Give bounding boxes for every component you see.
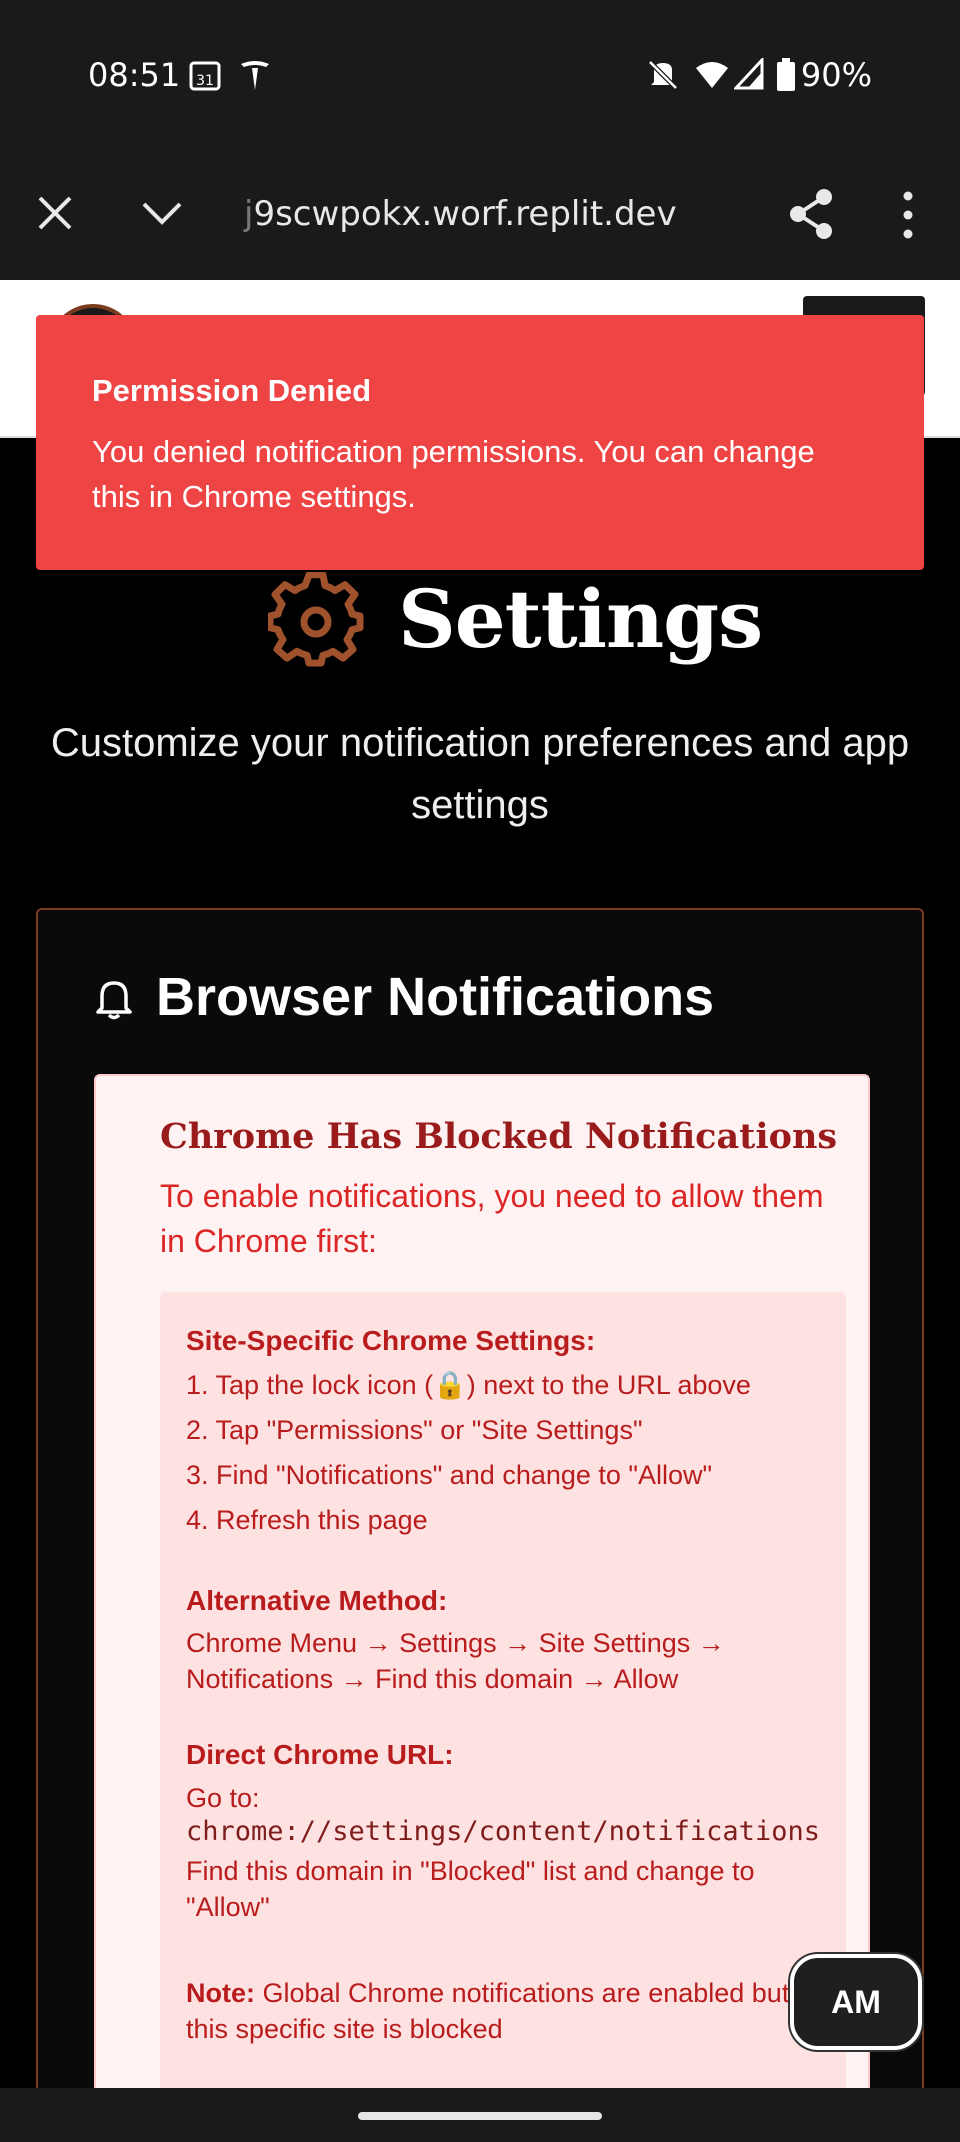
calendar-icon: 31: [189, 61, 221, 91]
alternative-text: Chrome Menu → Settings → Site Settings →…: [186, 1628, 725, 1694]
step-1-after: ) next to the URL above: [466, 1370, 751, 1400]
card-title: Browser Notifications: [156, 967, 715, 1027]
system-nav-bar: [0, 2088, 960, 2142]
page-title: Settings: [398, 572, 763, 666]
status-time: 08:51: [88, 56, 181, 94]
close-icon[interactable]: [34, 192, 76, 234]
step-1-before: 1. Tap the lock icon (: [186, 1370, 434, 1400]
toast-title: Permission Denied: [92, 373, 372, 408]
battery-icon: [777, 58, 795, 91]
blocked-notice: Chrome Has Blocked Notifications To enab…: [94, 1074, 870, 2142]
chevron-down-icon[interactable]: [138, 194, 186, 234]
direct-go-to: Go to:: [186, 1783, 260, 1813]
gear-icon: [268, 572, 364, 667]
status-bar: 08:51 31 90%: [0, 0, 960, 150]
chrome-settings-url[interactable]: chrome://settings/content/notifications: [186, 1813, 820, 1851]
mute-icon: [648, 60, 678, 90]
step-1: 1. Tap the lock icon (🔒) next to the URL…: [186, 1363, 820, 1408]
note-label: Note:: [186, 1978, 255, 2008]
home-gesture-handle[interactable]: [358, 2112, 602, 2120]
signal-icon: [734, 58, 764, 90]
user-avatar-button[interactable]: AM: [790, 1954, 922, 2050]
lock-icon: 🔒: [433, 1370, 467, 1400]
step-4: 4. Refresh this page: [186, 1505, 428, 1535]
permission-denied-toast[interactable]: Permission Denied You denied notificatio…: [36, 315, 924, 570]
share-icon[interactable]: [788, 188, 834, 240]
toast-description: You denied notification permissions. You…: [92, 434, 815, 514]
bell-icon: [96, 981, 132, 1020]
settings-header: Settings: [0, 568, 960, 678]
battery-percent: 90%: [800, 56, 872, 94]
step-2: 2. Tap "Permissions" or "Site Settings": [186, 1415, 643, 1445]
url-text: 9scwpokx.worf.replit.dev: [253, 194, 677, 234]
url-bar[interactable]: j9scwpokx.worf.replit.dev: [244, 194, 677, 234]
avatar-initials: AM: [831, 1983, 881, 2020]
page-subtitle: Customize your notification preferences …: [50, 721, 910, 827]
wifi-icon: [696, 62, 728, 88]
direct-url-title: Direct Chrome URL:: [186, 1739, 454, 1770]
blocked-title: Chrome Has Blocked Notifications: [160, 1116, 838, 1157]
svg-text:31: 31: [196, 73, 214, 89]
step-3: 3. Find "Notifications" and change to "A…: [186, 1460, 713, 1490]
more-vert-icon[interactable]: [896, 190, 920, 240]
note-text: Global Chrome notifications are enabled …: [186, 1978, 790, 2044]
direct-text: Find this domain in "Blocked" list and c…: [186, 1856, 755, 1922]
note: Note: Global Chrome notifications are en…: [186, 1975, 820, 2047]
alternative-title: Alternative Method:: [186, 1585, 448, 1616]
browser-toolbar: j9scwpokx.worf.replit.dev: [0, 150, 960, 280]
blocked-description: To enable notifications, you need to all…: [160, 1178, 824, 1259]
site-specific-title: Site-Specific Chrome Settings:: [186, 1325, 596, 1356]
tesla-icon: [241, 61, 269, 90]
instructions-box: Site-Specific Chrome Settings: 1. Tap th…: [160, 1292, 846, 2142]
browser-notifications-card: Browser Notifications Chrome Has Blocked…: [36, 908, 924, 2142]
